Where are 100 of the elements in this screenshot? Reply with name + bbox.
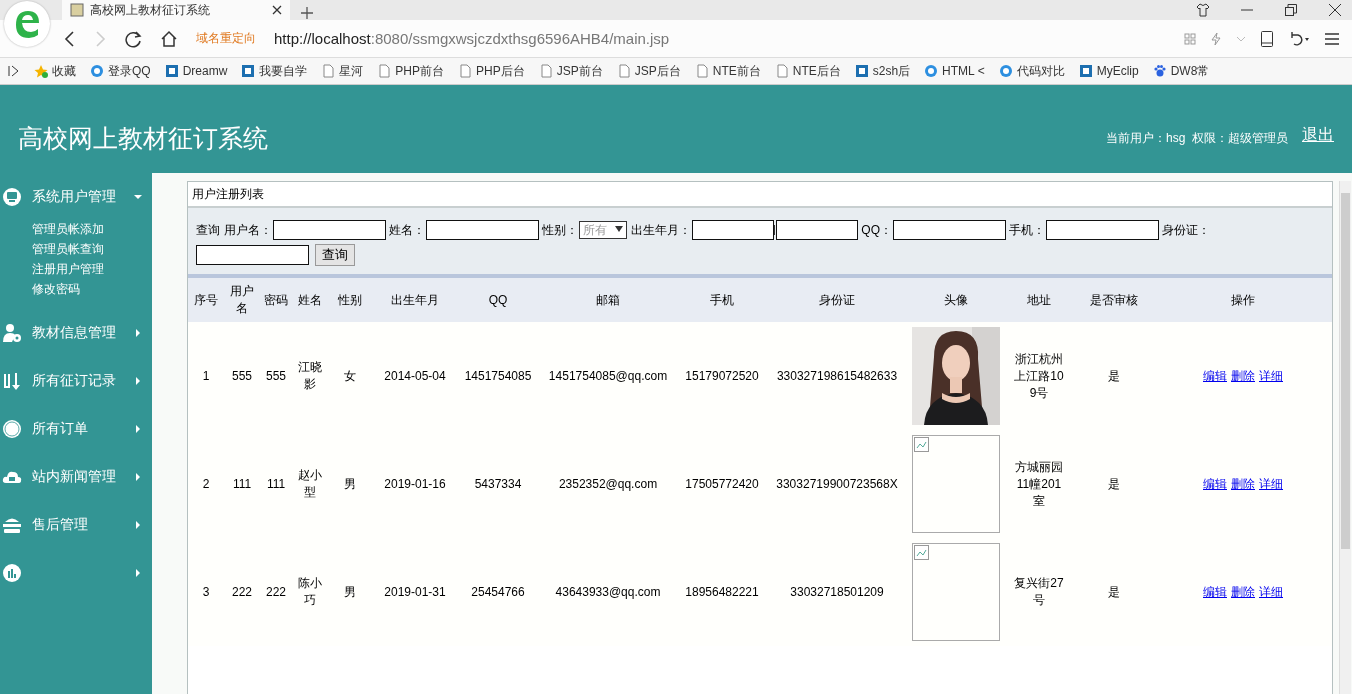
action-link[interactable]: 删除 (1231, 475, 1255, 493)
shirt-icon[interactable] (1196, 3, 1210, 17)
action-link[interactable]: 详细 (1259, 367, 1283, 385)
action-link[interactable]: 删除 (1231, 367, 1255, 385)
submenu-link[interactable]: 管理员帐添加 (32, 219, 152, 239)
date-field[interactable] (776, 220, 859, 240)
bookmark-item[interactable]: HTML < (924, 64, 985, 78)
logout-link[interactable]: 退出 (1302, 124, 1334, 146)
caret-icon (134, 521, 142, 529)
close-icon[interactable] (1328, 3, 1342, 17)
column-header: 是否审核 (1074, 278, 1154, 322)
username-cell: 222 (232, 585, 252, 599)
gender-cell: 男 (344, 584, 356, 599)
new-tab-icon[interactable] (300, 6, 314, 20)
bookmark-icon (1152, 64, 1167, 78)
approved-cell: 是 (1108, 368, 1120, 383)
lightning-icon[interactable] (1210, 31, 1222, 46)
address-cell: 方城丽园11幢201室 (1015, 459, 1063, 508)
bookmark-item[interactable]: PHP前台 (377, 62, 445, 80)
redirect-label: 域名重定向 (196, 30, 256, 47)
input-field[interactable] (273, 220, 387, 240)
action-link[interactable]: 详细 (1259, 583, 1283, 601)
submenu-link[interactable]: 注册用户管理 (32, 259, 152, 279)
bookmark-item[interactable]: 登录QQ (90, 62, 151, 80)
caret-icon (134, 377, 142, 385)
submenu-link[interactable]: 修改密码 (32, 279, 152, 299)
column-header: QQ (458, 278, 538, 322)
bookmark-item[interactable]: 星河 (321, 62, 364, 80)
column-header: 操作 (1154, 278, 1332, 322)
field-label: 用户名： (224, 221, 273, 239)
address-cell: 浙江杭州上江路109号 (1014, 351, 1064, 400)
caret-icon (134, 569, 142, 577)
bookmark-item[interactable]: NTE前台 (694, 62, 761, 80)
id-card-cell: 330327198615482633 (776, 369, 898, 383)
sidebar-item[interactable]: 所有征订记录 (0, 369, 152, 393)
column-header: 地址 (1004, 278, 1074, 322)
input-field[interactable] (1046, 220, 1159, 240)
column-header: 头像 (908, 278, 1004, 322)
birth-cell: 2019-01-16 (384, 477, 446, 491)
action-link[interactable]: 编辑 (1203, 475, 1227, 493)
action-link[interactable]: 删除 (1231, 583, 1255, 601)
id-card-cell: 33032718501209 (790, 585, 884, 599)
bookmark-icon (321, 64, 336, 78)
sidebar-item[interactable]: 教材信息管理 (0, 321, 152, 345)
menu-icon[interactable] (1324, 31, 1340, 46)
email-cell: 43643933@qq.com (555, 585, 661, 599)
tablet-icon[interactable] (1260, 29, 1274, 48)
name-cell: 江晓影 (298, 360, 322, 391)
undo-icon[interactable] (1288, 29, 1310, 48)
qq-cell: 1451754085 (464, 369, 532, 383)
bookmark-item[interactable]: MyEclip (1078, 64, 1139, 78)
input-field[interactable] (426, 220, 540, 240)
bookmark-icon (1078, 64, 1093, 78)
bookmark-item[interactable]: DW8常 (1152, 62, 1210, 80)
browser-logo-icon[interactable] (4, 1, 50, 47)
gender-cell: 男 (344, 476, 356, 491)
close-icon[interactable] (272, 5, 282, 15)
date-field[interactable] (692, 220, 775, 240)
home-icon[interactable] (160, 29, 178, 48)
back-icon[interactable] (64, 29, 76, 48)
restore-icon[interactable] (1284, 3, 1298, 17)
url-field[interactable]: http://localhost:8080/ssmgxwsjczdxthsg6596AHB4/main.jsp (274, 30, 670, 47)
bookmark-item[interactable]: 收藏 (34, 62, 76, 80)
email-cell: 2352352@qq.com (558, 477, 658, 491)
column-header: 序号 (188, 278, 224, 322)
field-label: 身份证： (1162, 221, 1210, 239)
bookmark-item[interactable]: Dreamw (164, 64, 228, 78)
sidebar-item[interactable]: 站内新闻管理 (0, 465, 152, 489)
bookmark-item[interactable]: 代码对比 (998, 62, 1065, 80)
action-link[interactable]: 编辑 (1203, 583, 1227, 601)
column-header: 用户名 (224, 278, 260, 322)
sidebar-item[interactable]: 售后管理 (0, 513, 152, 537)
sidebar-item[interactable]: 系统用户管理 (0, 185, 152, 209)
reload-icon[interactable] (124, 29, 142, 48)
action-link[interactable]: 编辑 (1203, 367, 1227, 385)
phone-cell: 17505772420 (685, 477, 759, 491)
sidebar-toggle-icon[interactable] (8, 65, 20, 77)
input-field[interactable] (196, 245, 309, 265)
password-cell: 555 (266, 369, 286, 383)
bookmark-item[interactable]: NTE后台 (774, 62, 841, 80)
submenu-link[interactable]: 管理员帐查询 (32, 239, 152, 259)
bookmark-item[interactable]: JSP前台 (538, 62, 603, 80)
column-header: 性别 (328, 278, 372, 322)
search-label: 查询 (196, 221, 220, 239)
bookmark-icon (377, 64, 392, 78)
browser-tab[interactable]: 高校网上教材征订系统 (62, 0, 290, 20)
column-header: 手机 (678, 278, 766, 322)
qq-cell: 5437334 (474, 477, 522, 491)
search-button[interactable]: 查询 (315, 244, 355, 266)
action-link[interactable]: 详细 (1259, 475, 1283, 493)
bookmark-item[interactable]: s2sh后 (854, 62, 911, 80)
bookmark-item[interactable]: PHP后台 (458, 62, 525, 80)
input-field[interactable] (893, 220, 1006, 240)
bookmark-item[interactable]: JSP后台 (616, 62, 681, 80)
scroll-thumb[interactable] (1341, 193, 1350, 549)
bookmark-icon (924, 64, 939, 78)
bookmark-item[interactable]: 我要自学 (241, 62, 308, 80)
sidebar-item[interactable]: 所有订单 (0, 417, 152, 441)
field-label: 出生年月： (631, 221, 692, 239)
scrollbar[interactable] (1339, 181, 1351, 694)
